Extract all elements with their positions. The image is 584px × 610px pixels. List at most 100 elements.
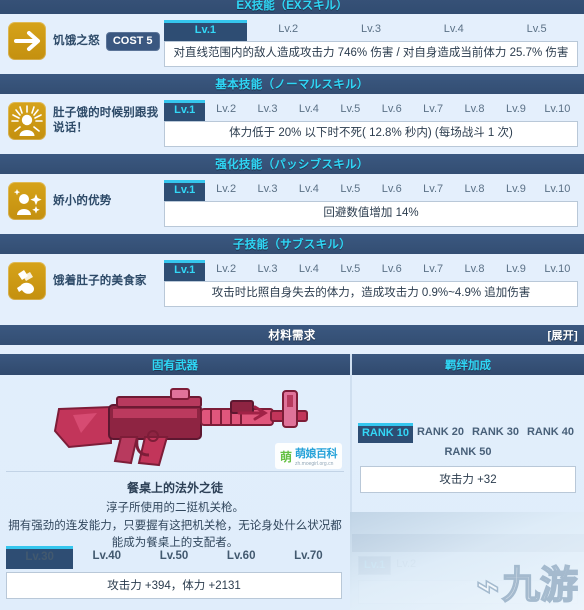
bond-rank-tab-10[interactable]: RANK 10 [358,423,413,443]
skill-identity-passive: 娇小的优势 [8,180,164,220]
section-header-materials: 材料需求 [展开] [0,325,584,345]
level-tab-ex-2[interactable]: Lv.2 [247,20,330,41]
skill-levels-normal: Lv.1 Lv.2 Lv.3 Lv.4 Lv.5 Lv.6 Lv.7 Lv.8 … [164,100,578,147]
level-tabs-normal: Lv.1 Lv.2 Lv.3 Lv.4 Lv.5 Lv.6 Lv.7 Lv.8 … [164,100,578,121]
level-tab-passive-2[interactable]: Lv.2 [205,180,246,201]
section-gap [0,314,584,325]
skill-levels-sub: Lv.1 Lv.2 Lv.3 Lv.4 Lv.5 Lv.6 Lv.7 Lv.8 … [164,260,578,307]
weapon-level-tabs: Lv.30 Lv.40 Lv.50 Lv.60 Lv.70 [6,546,342,569]
arrow-right-icon [8,22,46,60]
level-tab-ex-4[interactable]: Lv.4 [412,20,495,41]
weapon-stats: 攻击力 +394，体力 +2131 [6,572,342,599]
moegirl-mark: 萌 [279,449,292,464]
skill-description-ex: 对直线范围内的敌人造成攻击力 746% 伤害 / 对自身造成当前体力 25.7%… [164,41,578,67]
bond-extra-tab-1[interactable]: Lv.1 [358,556,392,575]
level-tab-normal-5[interactable]: Lv.5 [330,100,371,121]
weapon-level-tab-40[interactable]: Lv.40 [73,546,140,569]
level-tab-passive-10[interactable]: Lv.10 [537,180,578,201]
skill-name-passive: 娇小的优势 [53,194,112,207]
sparkle-figure-icon [8,182,46,220]
level-tab-normal-6[interactable]: Lv.6 [371,100,412,121]
section-header-normal: 基本技能（ノーマルスキル） [0,74,584,94]
bond-extra-block: Lv.1 Lv.2 [352,534,584,604]
level-tabs-sub: Lv.1 Lv.2 Lv.3 Lv.4 Lv.5 Lv.6 Lv.7 Lv.8 … [164,260,578,281]
materials-gap [0,345,584,354]
bond-rank-tab-40[interactable]: RANK 40 [523,423,578,443]
level-tab-sub-2[interactable]: Lv.2 [205,260,246,281]
skill-name-sub: 饿着肚子的美食家 [53,274,147,287]
level-tab-sub-8[interactable]: Lv.8 [454,260,495,281]
section-title-normal: 基本技能（ノーマルスキル） [215,79,369,91]
weapon-level-tab-70[interactable]: Lv.70 [275,546,342,569]
bond-rank-tabs: RANK 10 RANK 20 RANK 30 RANK 40 RANK 50 [352,423,584,462]
level-tab-passive-7[interactable]: Lv.7 [412,180,453,201]
level-tab-normal-8[interactable]: Lv.8 [454,100,495,121]
section-title-passive: 强化技能（パッシブスキル） [215,159,369,171]
bond-extra-header [352,534,584,552]
skill-row-sub: 饿着肚子的美食家 Lv.1 Lv.2 Lv.3 Lv.4 Lv.5 Lv.6 L… [0,254,584,314]
level-tab-sub-9[interactable]: Lv.9 [495,260,536,281]
moegirl-url: zh.moegirl.org.cn [295,461,334,467]
bond-stats: 攻击力 +32 [360,466,576,493]
moegirl-brand: 萌娘百科 [295,448,338,460]
level-tab-normal-9[interactable]: Lv.9 [495,100,536,121]
level-tab-ex-1[interactable]: Lv.1 [164,20,247,41]
level-tab-normal-3[interactable]: Lv.3 [247,100,288,121]
weapon-level-tab-30[interactable]: Lv.30 [6,546,74,569]
level-tab-normal-2[interactable]: Lv.2 [205,100,246,121]
level-tab-normal-4[interactable]: Lv.4 [288,100,329,121]
section-header-passive: 强化技能（パッシブスキル） [0,154,584,174]
level-tab-normal-10[interactable]: Lv.10 [537,100,578,121]
bond-rank-tab-30[interactable]: RANK 30 [468,423,523,443]
materials-expand-link[interactable]: [展开] [547,327,578,343]
level-tab-normal-1[interactable]: Lv.1 [164,100,206,121]
weapon-level-tab-50[interactable]: Lv.50 [140,546,207,569]
level-tab-passive-1[interactable]: Lv.1 [164,180,206,201]
level-tab-passive-9[interactable]: Lv.9 [495,180,536,201]
section-title-ex: EX技能（EXスキル） [236,0,348,12]
skill-identity-normal: 肚子饿的时候别跟我说话！ [8,100,164,140]
bond-header-label: 羁绊加成 [445,359,491,372]
section-title-materials: 材料需求 [268,330,316,342]
weapon-subtitle: 淳子所使用的二挺机关枪。 [106,502,244,514]
weapon-level-block: Lv.30 Lv.40 Lv.50 Lv.60 Lv.70 攻击力 +394，体… [0,546,348,599]
level-tab-sub-7[interactable]: Lv.7 [412,260,453,281]
level-tab-passive-4[interactable]: Lv.4 [288,180,329,201]
level-tab-sub-10[interactable]: Lv.10 [537,260,578,281]
level-tabs-ex: Lv.1 Lv.2 Lv.3 Lv.4 Lv.5 [164,20,578,41]
bond-rank-tab-50[interactable]: RANK 50 [358,443,578,462]
skill-cost-badge: COST 5 [105,31,160,51]
bullets-icon [8,262,46,300]
level-tab-passive-8[interactable]: Lv.8 [454,180,495,201]
weapon-column: 固有武器 萌 萌娘百科 zh.moegirl.org.cn 餐桌上的法外之徒 淳… [0,354,352,608]
skill-row-passive: 娇小的优势 Lv.1 Lv.2 Lv.3 Lv.4 Lv.5 Lv.6 Lv.7… [0,174,584,234]
skill-description-sub: 攻击时比照自身失去的体力，造成攻击力 0.9%~4.9% 追加伤害 [164,281,578,307]
weapon-name: 餐桌上的法外之徒 [126,481,223,495]
level-tab-sub-3[interactable]: Lv.3 [247,260,288,281]
character-detail-page: EX技能（EXスキル） 饥饿之怒 COST 5 Lv.1 Lv.2 Lv.3 L… [0,0,584,610]
level-tab-passive-3[interactable]: Lv.3 [247,180,288,201]
weapon-level-tab-60[interactable]: Lv.60 [208,546,275,569]
level-tabs-passive: Lv.1 Lv.2 Lv.3 Lv.4 Lv.5 Lv.6 Lv.7 Lv.8 … [164,180,578,201]
skill-identity-ex: 饥饿之怒 COST 5 [8,20,164,60]
weapon-bond-columns: 固有武器 萌 萌娘百科 zh.moegirl.org.cn 餐桌上的法外之徒 淳… [0,354,584,608]
skill-row-normal: 肚子饿的时候别跟我说话！ Lv.1 Lv.2 Lv.3 Lv.4 Lv.5 Lv… [0,94,584,154]
level-tab-ex-3[interactable]: Lv.3 [330,20,413,41]
level-tab-sub-1[interactable]: Lv.1 [164,260,206,281]
level-tab-sub-6[interactable]: Lv.6 [371,260,412,281]
level-tab-passive-6[interactable]: Lv.6 [371,180,412,201]
level-tab-sub-4[interactable]: Lv.4 [288,260,329,281]
weapon-header: 固有武器 [0,354,350,375]
skill-row-ex: 饥饿之怒 COST 5 Lv.1 Lv.2 Lv.3 Lv.4 Lv.5 对直线… [0,14,584,74]
bond-extra-tab-2[interactable]: Lv.2 [391,556,421,575]
level-tab-sub-5[interactable]: Lv.5 [330,260,371,281]
skill-name-ex: 饥饿之怒 [53,34,100,47]
radiant-figure-icon [8,102,46,140]
level-tab-passive-5[interactable]: Lv.5 [330,180,371,201]
level-tab-ex-5[interactable]: Lv.5 [495,20,578,41]
skill-description-passive: 回避数值增加 14% [164,201,578,227]
bond-extra-desc [358,580,578,604]
level-tab-normal-7[interactable]: Lv.7 [412,100,453,121]
bond-rank-tab-20[interactable]: RANK 20 [413,423,468,443]
moegirl-watermark: 萌 萌娘百科 zh.moegirl.org.cn [274,443,342,469]
